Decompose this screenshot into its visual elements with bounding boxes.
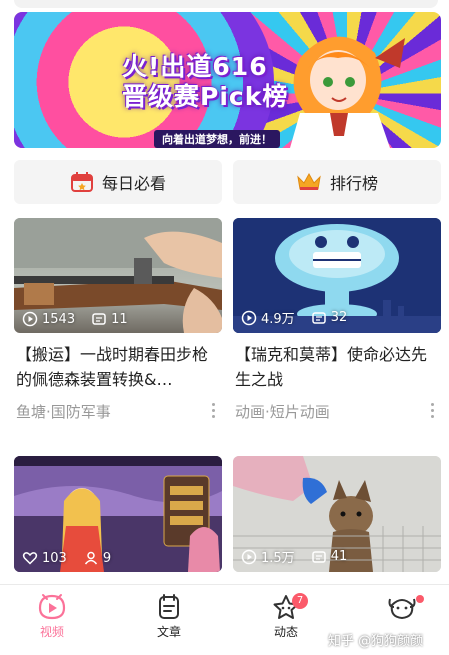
- video-stats: 1.5万 41: [241, 547, 347, 566]
- comment-icon: [92, 313, 106, 325]
- anime-character-illustration: [290, 36, 405, 148]
- comment-count: 11: [111, 311, 128, 327]
- search-bar-edge: [14, 0, 438, 8]
- more-options-icon[interactable]: [210, 403, 216, 421]
- crown-icon: [297, 172, 321, 190]
- article-icon: [159, 594, 179, 619]
- watermark: 知乎 @狗狗颜颜: [328, 634, 424, 649]
- daily-picks-button[interactable]: 每日必看: [14, 160, 222, 204]
- play-count: 1543: [42, 311, 76, 327]
- video-title[interactable]: 【搬运】一战时期春田步枪的佩德森装置转换&…: [16, 342, 221, 392]
- video-meta[interactable]: 动画·短片动画: [235, 401, 330, 422]
- comment-count: 9: [102, 550, 112, 566]
- play-icon: [241, 549, 257, 564]
- video-thumbnail[interactable]: 1.5万 41: [233, 456, 441, 572]
- comment-count: 41: [330, 549, 348, 564]
- notification-dot: [416, 595, 424, 603]
- promo-banner[interactable]: 火!出道616 晋级赛Pick榜 向着出道梦想，前进！: [14, 12, 441, 148]
- comment-count: 32: [330, 310, 348, 325]
- video-icon: [38, 594, 66, 620]
- play-icon: [241, 310, 257, 325]
- comment-icon: [311, 311, 326, 324]
- video-stats: 1543 11: [22, 311, 128, 327]
- video-stats: 103 9: [22, 550, 111, 566]
- play-count: 1.5万: [261, 551, 295, 566]
- comment-icon: [311, 550, 326, 563]
- tab-article-label: 文章: [156, 625, 181, 639]
- profile-icon: [388, 598, 416, 620]
- video-thumbnail[interactable]: 4.9万 32: [233, 218, 441, 333]
- daily-picks-label: 每日必看: [101, 174, 166, 193]
- tab-profile[interactable]: [362, 591, 442, 623]
- notification-badge: 7: [292, 593, 308, 609]
- video-thumbnail[interactable]: 103 9: [14, 456, 222, 572]
- tab-video-label: 视频: [39, 625, 64, 639]
- user-icon: [84, 551, 97, 565]
- video-meta[interactable]: 鱼塘·国防军事: [16, 401, 111, 422]
- video-thumbnail[interactable]: 1543 11: [14, 218, 222, 333]
- more-options-icon[interactable]: [429, 403, 435, 421]
- calendar-icon: [70, 172, 93, 192]
- play-icon: [22, 311, 38, 327]
- tab-dynamic[interactable]: 动态 7: [246, 591, 326, 640]
- video-title[interactable]: 【瑞克和莫蒂】使命必达先生之战: [235, 342, 440, 392]
- tab-article[interactable]: 文章: [129, 591, 209, 640]
- main-feed: 火!出道616 晋级赛Pick榜 向着出道梦想，前进！ 每日必看 排行榜 154…: [0, 0, 449, 584]
- play-count: 4.9万: [261, 312, 295, 327]
- like-count: 103: [42, 550, 67, 566]
- heart-icon: [22, 552, 38, 565]
- banner-subtitle: 向着出道梦想，前进！: [154, 130, 280, 148]
- ranking-button[interactable]: 排行榜: [233, 160, 441, 204]
- tab-video[interactable]: 视频: [12, 591, 92, 640]
- ranking-label: 排行榜: [329, 174, 378, 193]
- video-stats: 4.9万 32: [241, 308, 347, 327]
- tab-dynamic-label: 动态: [273, 625, 298, 639]
